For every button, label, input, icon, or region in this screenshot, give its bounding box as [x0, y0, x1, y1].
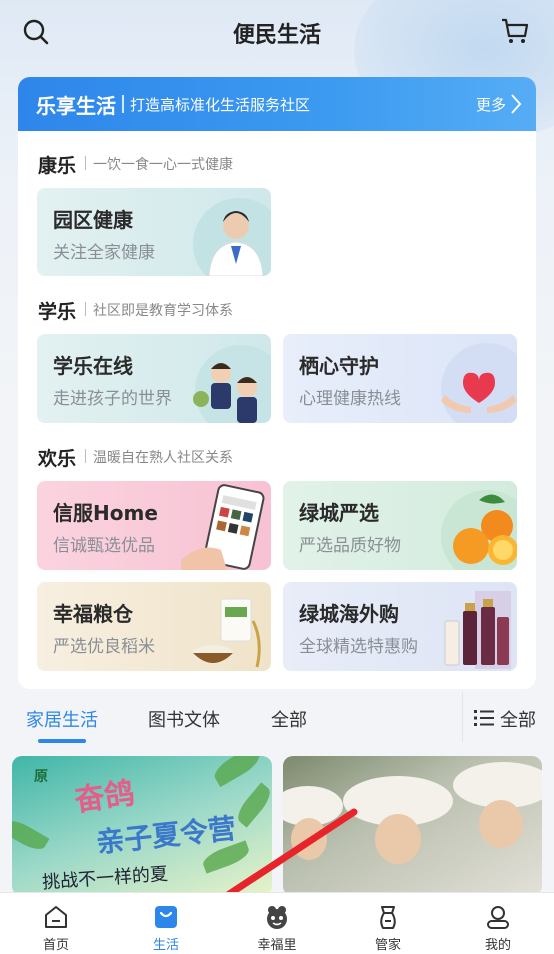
nav-home[interactable]: 首页 [11, 893, 101, 954]
tab-all[interactable]: 全部 [271, 706, 307, 732]
phone-shop-image [181, 484, 265, 570]
tile-title: 信服Home [53, 501, 158, 525]
nav-community[interactable]: 幸福里 [232, 893, 322, 954]
nav-label: 管家 [374, 938, 401, 953]
tile-subtitle: 全球精选特惠购 [299, 637, 418, 657]
tab-books-sports[interactable]: 图书文体 [148, 706, 220, 732]
all-categories-button[interactable]: 全部 [500, 706, 536, 732]
banner-title: 乐享生活 [36, 94, 116, 118]
header: 便民生活 [0, 0, 554, 62]
banner-divider [122, 95, 124, 113]
feed-headline: 奋鸽 [72, 775, 137, 819]
doctor-image [193, 198, 271, 276]
section-title-huanle: 欢乐 [38, 448, 77, 470]
nav-profile[interactable]: 我的 [453, 893, 543, 954]
nav-label: 首页 [42, 938, 69, 953]
home-icon [45, 906, 67, 928]
tile-subtitle: 严选品质好物 [299, 536, 401, 556]
feed-logo: 原 [34, 769, 48, 785]
tile-title: 学乐在线 [53, 354, 133, 378]
tab-home-living[interactable]: 家居生活 [26, 706, 98, 732]
tabs-divider [462, 692, 463, 742]
cosmetics-image [444, 591, 511, 669]
services-card: 乐享生活 打造高标准化生活服务社区 更多 康乐 一饮一食一心一式健康 园区健康 … [18, 77, 536, 689]
category-tabs: 家居生活 图书文体 全部 全部 [0, 692, 554, 744]
tile-park-health[interactable]: 园区健康 关注全家健康 [37, 188, 271, 276]
profile-icon [487, 906, 509, 929]
oranges-image [441, 490, 517, 570]
section-title-kangle: 康乐 [38, 155, 77, 177]
butler-icon [380, 906, 396, 929]
rice-image [193, 598, 261, 668]
tile-greentown-overseas[interactable]: 绿城海外购 全球精选特惠购 [283, 582, 517, 671]
tile-subtitle: 严选优良稻米 [53, 637, 155, 657]
community-icon [267, 906, 287, 929]
section-subtitle-xuele: 社区即是教育学习体系 [93, 303, 233, 319]
banner-subtitle: 打造高标准化生活服务社区 [130, 96, 311, 114]
section-divider [85, 449, 86, 463]
tile-title: 栖心守护 [299, 354, 379, 378]
section-subtitle-kangle: 一饮一食一心一式健康 [93, 157, 233, 173]
tile-greentown-select[interactable]: 绿城严选 严选品质好物 [283, 481, 517, 570]
tile-learning-online[interactable]: 学乐在线 走进孩子的世界 [37, 334, 271, 423]
nav-label: 我的 [484, 938, 511, 953]
tile-mind-care[interactable]: 栖心守护 心理健康热线 [283, 334, 517, 423]
tile-title: 绿城严选 [299, 501, 379, 525]
tile-subtitle: 走进孩子的世界 [53, 389, 172, 409]
tile-title: 园区健康 [53, 208, 133, 232]
section-title-xuele: 学乐 [38, 301, 77, 323]
nav-label: 幸福里 [257, 938, 297, 953]
more-link[interactable]: 更多 [476, 94, 506, 115]
bottom-navbar: 首页 生活 幸福里 管家 我的 [0, 892, 554, 954]
section-divider [85, 302, 86, 316]
section-subtitle-huanle: 温暖自在熟人社区关系 [93, 450, 233, 466]
promo-banner[interactable]: 乐享生活 打造高标准化生活服务社区 更多 [18, 77, 536, 131]
tile-title: 绿城海外购 [299, 602, 399, 626]
tile-subtitle: 关注全家健康 [53, 243, 155, 263]
nav-label: 生活 [152, 938, 179, 953]
cart-icon[interactable] [500, 16, 530, 46]
active-tab-indicator [38, 739, 86, 743]
feed-caption: 挑战不一样的夏 [41, 863, 169, 894]
section-divider [85, 156, 86, 170]
chevron-right-icon[interactable] [510, 93, 522, 115]
tile-title: 幸福粮仓 [53, 602, 133, 626]
tile-happy-granary[interactable]: 幸福粮仓 严选优良稻米 [37, 582, 271, 671]
nav-life[interactable]: 生活 [121, 893, 211, 954]
tile-subtitle: 信诚甄选优品 [53, 536, 155, 556]
tile-xinfu-home[interactable]: 信服Home 信诚甄选优品 [37, 481, 271, 570]
tile-subtitle: 心理健康热线 [299, 389, 401, 409]
nav-butler[interactable]: 管家 [343, 893, 433, 954]
shopping-bag-icon [155, 906, 177, 928]
children-image [193, 345, 271, 423]
heart-hands-image [441, 343, 517, 423]
list-icon[interactable] [474, 709, 494, 727]
page-title: 便民生活 [232, 23, 321, 48]
